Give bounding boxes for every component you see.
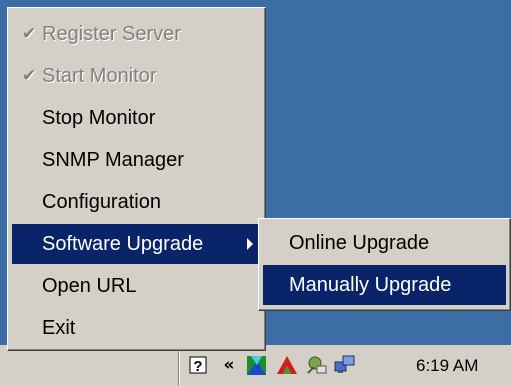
menu-item-configuration[interactable]: Configuration [12,182,261,222]
submenu-item-online-upgrade[interactable]: Online Upgrade [263,223,506,263]
submenu-item-manually-upgrade[interactable]: Manually Upgrade [263,265,506,305]
menu-item-stop-monitor[interactable]: Stop Monitor [12,98,261,138]
expand-tray-icon[interactable]: « [217,353,241,377]
menu-item-register-server[interactable]: ✔ Register Server [12,14,261,54]
checkmark-icon: ✔ [22,24,37,43]
menu-item-label: Online Upgrade [289,232,430,254]
menu-item-open-url[interactable]: Open URL [12,266,261,306]
tray-context-menu: ✔ Register Server ✔ Start Monitor Stop M… [7,7,266,351]
menu-item-label: Manually Upgrade [289,274,452,296]
help-icon[interactable]: ? [187,353,211,377]
checkmark-icon: ✔ [22,66,37,85]
menu-item-snmp-manager[interactable]: SNMP Manager [12,140,261,180]
menu-item-label: Register Server [42,23,181,45]
system-tray: ? « 6:19 AM [178,345,511,385]
menu-item-label: Open URL [42,275,137,297]
svg-text:«: « [224,355,235,375]
menu-item-software-upgrade[interactable]: Software Upgrade [12,224,261,264]
svg-text:?: ? [193,358,202,375]
menu-item-exit[interactable]: Exit [12,308,261,348]
red-app-icon[interactable] [275,353,299,377]
menu-item-label: SNMP Manager [42,149,184,171]
menu-item-label: Software Upgrade [42,233,204,255]
submenu-arrow-icon [247,238,253,250]
taskbar: ? « 6:19 AM [0,345,511,385]
menu-item-start-monitor[interactable]: ✔ Start Monitor [12,56,261,96]
menu-item-label: Configuration [42,191,161,213]
app-icon[interactable] [245,353,269,377]
menu-item-label: Start Monitor [42,65,157,87]
network-connection-icon[interactable] [333,353,357,377]
menu-item-label: Stop Monitor [42,107,156,129]
software-upgrade-submenu: Online Upgrade Manually Upgrade [258,218,511,311]
network-tool-icon[interactable] [305,353,329,377]
clock[interactable]: 6:19 AM [416,356,478,376]
menu-item-label: Exit [42,317,76,339]
